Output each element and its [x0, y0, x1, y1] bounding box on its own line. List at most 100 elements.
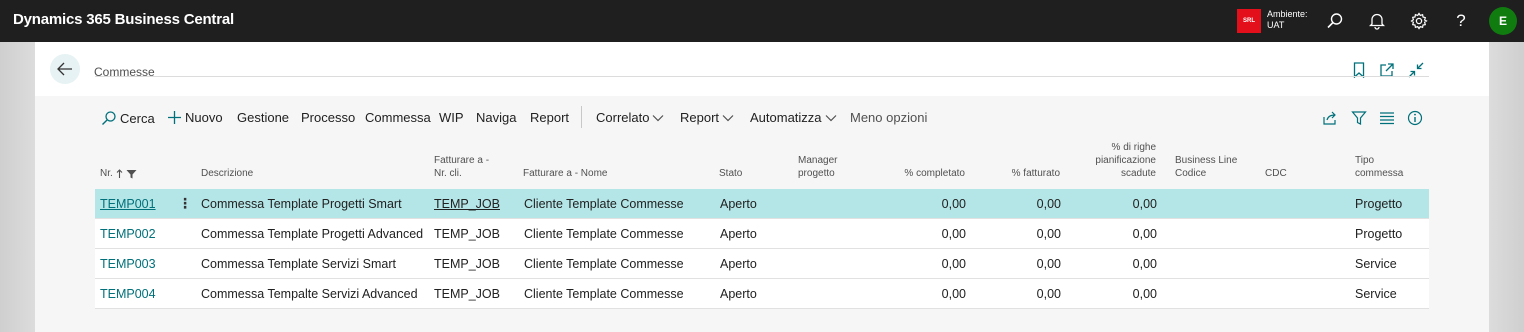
job-description: Commessa Template Servizi Smart	[201, 257, 396, 271]
top-bar: Dynamics 365 Business Central SRL Ambien…	[0, 0, 1524, 42]
bill-to-name: Cliente Template Commesse	[524, 227, 684, 241]
job-status: Aperto	[720, 287, 757, 301]
notifications-bell-icon[interactable]	[1367, 11, 1387, 31]
column-header-no[interactable]: Nr.	[100, 167, 137, 180]
share-icon[interactable]	[1322, 110, 1338, 126]
job-description: Commessa Template Progetti Smart	[201, 197, 402, 211]
report-action[interactable]: Report	[530, 110, 569, 125]
column-header-no-label: Nr.	[100, 168, 113, 179]
help-icon[interactable]: ?	[1451, 11, 1471, 31]
info-icon[interactable]	[1407, 110, 1423, 126]
action-bar-separator	[581, 106, 582, 128]
job-no-link[interactable]: TEMP002	[100, 227, 156, 241]
arrow-left-icon	[57, 62, 72, 76]
pct-invoiced: 0,00	[1036, 287, 1061, 301]
column-header-job-type-line2: commessa	[1355, 168, 1404, 179]
job-no-link[interactable]: TEMP004	[100, 287, 156, 301]
app-title[interactable]: Dynamics 365 Business Central	[13, 11, 234, 28]
user-avatar[interactable]: E	[1489, 7, 1517, 35]
new-action-label: Nuovo	[185, 110, 223, 125]
environment-info[interactable]: Ambiente: UAT	[1267, 9, 1308, 31]
column-header-pct-invoiced[interactable]: % fatturato	[975, 167, 1060, 180]
fewer-options-button[interactable]: Meno opzioni	[850, 110, 927, 125]
job-no-link[interactable]: TEMP001	[100, 197, 156, 211]
pct-overdue-lines: 0,00	[1132, 257, 1157, 271]
pct-completed: 0,00	[941, 197, 966, 211]
job-description: Commessa Tempalte Servizi Advanced	[201, 287, 418, 301]
bill-to-customer-no[interactable]: TEMP_JOB	[434, 227, 500, 241]
pct-invoiced: 0,00	[1036, 197, 1061, 211]
column-header-pct-overdue-lines[interactable]: % di righe pianificazione scadute	[1065, 141, 1156, 180]
job-type: Progetto	[1355, 197, 1403, 211]
column-header-pct-overdue-line3: scadute	[1120, 168, 1156, 179]
action-bar: Cerca Nuovo Gestione Processo Commessa W…	[95, 102, 1429, 134]
row-menu-ellipsis-icon[interactable]: ⋮	[178, 195, 192, 212]
job-status: Aperto	[720, 197, 757, 211]
sort-ascending-icon	[116, 168, 123, 178]
job-no-link[interactable]: TEMP003	[100, 257, 156, 271]
bill-to-name: Cliente Template Commesse	[524, 197, 684, 211]
pct-overdue-lines: 0,00	[1132, 287, 1157, 301]
chevron-down-icon	[722, 114, 734, 121]
table-row[interactable]: TEMP002 Commessa Template Progetti Advan…	[95, 219, 1429, 249]
automate-menu-label: Automatizza	[750, 110, 822, 125]
bill-to-customer-no[interactable]: TEMP_JOB	[434, 287, 500, 301]
bill-to-name: Cliente Template Commesse	[524, 287, 684, 301]
column-header-status[interactable]: Stato	[719, 167, 742, 180]
chevron-down-icon	[653, 114, 664, 121]
column-header-cdc[interactable]: CDC	[1265, 167, 1287, 180]
report-menu-label: Report	[680, 110, 720, 125]
job-status: Aperto	[720, 257, 757, 271]
back-button[interactable]	[50, 54, 80, 84]
action-bar-divider	[95, 76, 1429, 77]
filter-icon[interactable]	[1351, 110, 1367, 126]
column-header-project-manager-line1: Manager	[798, 155, 838, 166]
column-header-bill-to-no-line1: Fatturare a -	[434, 155, 490, 166]
bill-to-customer-no[interactable]: TEMP_JOB	[434, 257, 500, 271]
column-header-pct-overdue-line2: pianificazione	[1095, 155, 1156, 166]
new-action[interactable]: Nuovo	[167, 110, 223, 125]
table-row[interactable]: TEMP004 Commessa Tempalte Servizi Advanc…	[95, 279, 1429, 309]
related-menu[interactable]: Correlato	[596, 110, 664, 125]
job-type: Progetto	[1355, 227, 1403, 241]
list-view-icon[interactable]	[1379, 110, 1395, 126]
process-action[interactable]: Processo	[301, 110, 355, 125]
navigate-action[interactable]: Naviga	[476, 110, 516, 125]
bill-to-customer-no[interactable]: TEMP_JOB	[434, 197, 500, 211]
search-icon	[102, 111, 116, 125]
search-action[interactable]: Cerca	[101, 110, 155, 126]
wip-action[interactable]: WIP	[439, 110, 464, 125]
table-row[interactable]: TEMP001 ⋮ Commessa Template Progetti Sma…	[95, 189, 1429, 219]
column-header-business-line[interactable]: Business Line Codice	[1175, 154, 1237, 180]
chevron-down-icon	[825, 114, 836, 121]
job-type: Service	[1355, 287, 1397, 301]
environment-badge[interactable]: SRL	[1237, 9, 1261, 33]
search-icon[interactable]	[1325, 11, 1345, 31]
settings-gear-icon[interactable]	[1409, 11, 1429, 31]
pct-overdue-lines: 0,00	[1132, 197, 1157, 211]
job-action[interactable]: Commessa	[365, 110, 431, 125]
column-header-bill-to-name[interactable]: Fatturare a - Nome	[523, 167, 607, 180]
table-header: Nr. Descrizione Fatturare a - Nr. cli. F…	[95, 142, 1429, 186]
related-menu-label: Correlato	[596, 110, 650, 125]
column-header-bill-to-no[interactable]: Fatturare a - Nr. cli.	[434, 154, 489, 180]
column-header-pct-completed[interactable]: % completato	[885, 167, 965, 180]
table-row[interactable]: TEMP003 Commessa Template Servizi Smart …	[95, 249, 1429, 279]
left-backdrop	[0, 42, 35, 332]
column-header-project-manager[interactable]: Manager progetto	[798, 154, 837, 180]
automate-menu[interactable]: Automatizza	[750, 110, 837, 125]
pct-completed: 0,00	[941, 257, 966, 271]
filter-active-icon	[126, 169, 137, 178]
column-header-job-type[interactable]: Tipo commessa	[1355, 154, 1403, 180]
right-backdrop	[1489, 42, 1524, 332]
report-menu[interactable]: Report	[680, 110, 734, 125]
environment-label: Ambiente:	[1267, 9, 1308, 19]
pct-invoiced: 0,00	[1036, 227, 1061, 241]
plus-icon	[168, 111, 181, 124]
manage-action[interactable]: Gestione	[237, 110, 289, 125]
column-header-job-type-line1: Tipo	[1355, 155, 1375, 166]
job-type: Service	[1355, 257, 1397, 271]
column-header-bill-to-no-line2: Nr. cli.	[434, 168, 462, 179]
pct-completed: 0,00	[941, 287, 966, 301]
column-header-description[interactable]: Descrizione	[201, 167, 253, 180]
